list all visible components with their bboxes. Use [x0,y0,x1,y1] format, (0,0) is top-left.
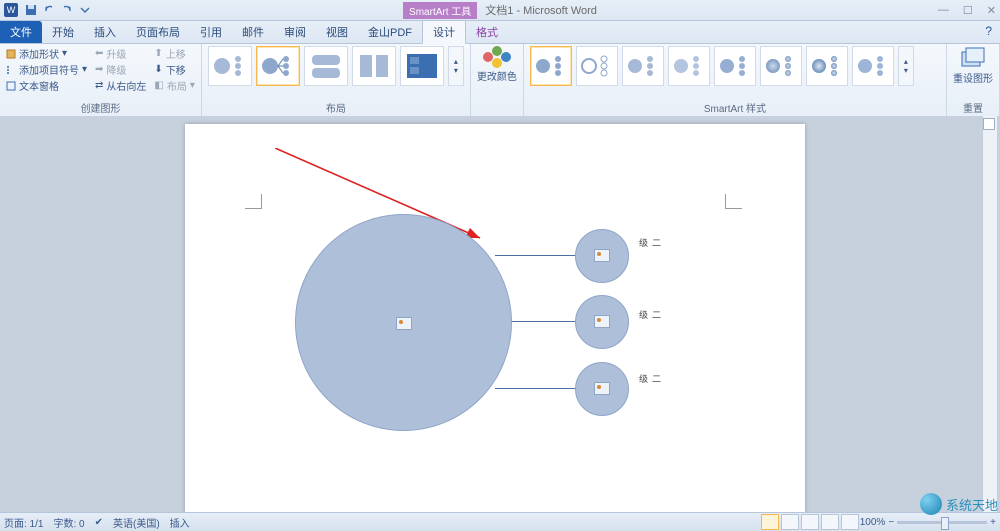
layout-dropdown: ◧ 布局 ▾ [154,78,194,93]
zoom-slider[interactable] [897,521,987,524]
qat-customize-icon[interactable] [77,2,93,18]
status-spellcheck-icon[interactable]: ✔ [95,517,103,528]
connector-line [495,255,577,256]
smartart-caption[interactable]: 二级 [637,310,663,319]
status-page[interactable]: 页面: 1/1 [4,515,43,530]
tab-insert[interactable]: 插入 [84,21,126,43]
ribbon-group-layouts: ▴▾ 布局 [202,44,471,116]
style-thumb-5[interactable] [714,46,756,86]
style-thumb-6[interactable] [760,46,802,86]
redo-icon[interactable] [59,2,75,18]
view-print-layout-icon[interactable] [761,514,779,530]
smartart-child-circle[interactable] [575,295,629,349]
status-bar: 页面: 1/1 字数: 0 ✔ 英语(美国) 插入 100% − + [0,512,1000,531]
ribbon-group-reset: 重设图形 重置 [947,44,1000,116]
tab-design[interactable]: 设计 [422,20,466,44]
style-thumb-7[interactable] [806,46,848,86]
tab-page-layout[interactable]: 页面布局 [126,21,190,43]
tab-home[interactable]: 开始 [42,21,84,43]
smartart-child-circle[interactable] [575,229,629,283]
status-language[interactable]: 英语(美国) [113,515,160,530]
zoom-slider-knob[interactable] [941,517,949,530]
minimize-icon[interactable]: — [938,4,949,16]
close-icon[interactable]: ✕ [987,4,996,17]
help-icon[interactable]: ? [985,24,992,38]
group-label: 重置 [953,99,993,116]
status-insert-mode[interactable]: 插入 [170,515,190,530]
view-web-icon[interactable] [801,514,819,530]
status-word-count[interactable]: 字数: 0 [53,515,84,530]
tab-view[interactable]: 视图 [316,21,358,43]
group-label: 布局 [208,99,464,116]
view-draft-icon[interactable] [841,514,859,530]
add-shape-button[interactable]: 添加形状 ▾ [6,46,87,61]
save-icon[interactable] [23,2,39,18]
window-controls: — ☐ ✕ [938,0,996,20]
color-swatch-icon [483,46,511,68]
tab-file[interactable]: 文件 [0,21,42,43]
layout-gallery-more[interactable]: ▴▾ [448,46,464,86]
tab-format[interactable]: 格式 [466,21,508,43]
ribbon-group-change-colors: 更改颜色 [471,44,524,116]
rtl-button[interactable]: ⇄ 从右向左 [95,78,146,93]
word-app-icon: W [4,3,18,17]
picture-placeholder-icon[interactable] [594,249,610,262]
vertical-scrollbar[interactable] [982,116,997,513]
tab-references[interactable]: 引用 [190,21,232,43]
style-thumb-1-selected[interactable] [530,46,572,86]
layout-thumb-2-selected[interactable] [256,46,300,86]
smartart-child-circle[interactable] [575,362,629,416]
contextual-tab-label: SmartArt 工具 [403,2,477,19]
move-up-button: ⬆ 上移 [154,46,194,61]
quick-access-toolbar: W [0,0,1000,21]
tab-mailings[interactable]: 邮件 [232,21,274,43]
tab-review[interactable]: 审阅 [274,21,316,43]
ribbon-tabs: 文件 开始 插入 页面布局 引用 邮件 审阅 视图 金山PDF 设计 格式 ? [0,21,1000,44]
document-page[interactable]: 二级 二级 二级 [185,124,805,513]
ribbon: 添加形状 ▾ 添加项目符号 ▾ 文本窗格 ⬅ 升级 ➡ 降级 ⇄ 从右向左 ⬆ … [0,44,1000,117]
style-thumb-4[interactable] [668,46,710,86]
layout-thumb-1[interactable] [208,46,252,86]
group-label [477,103,517,116]
smartart-caption[interactable]: 二级 [637,374,663,383]
zoom-percent[interactable]: 100% [860,517,886,528]
add-bullet-button[interactable]: 添加项目符号 ▾ [6,62,87,77]
undo-icon[interactable] [41,2,57,18]
smartart-caption[interactable]: 二级 [637,238,663,247]
margin-corner-icon [725,194,742,209]
split-handle[interactable] [983,118,995,130]
style-gallery-more[interactable]: ▴▾ [898,46,914,86]
promote-button: ⬅ 升级 [95,46,146,61]
change-colors-button[interactable]: 更改颜色 [477,46,517,83]
style-thumb-2[interactable] [576,46,618,86]
connector-line [509,321,577,322]
connector-line [495,388,577,389]
picture-placeholder-icon[interactable] [594,315,610,328]
layout-thumb-3[interactable] [304,46,348,86]
group-label: 创建图形 [6,99,195,116]
layout-thumb-4[interactable] [352,46,396,86]
maximize-icon[interactable]: ☐ [963,4,973,17]
picture-placeholder-icon[interactable] [594,382,610,395]
view-fullscreen-icon[interactable] [781,514,799,530]
move-down-button[interactable]: ⬇ 下移 [154,62,194,77]
tab-wps-pdf[interactable]: 金山PDF [358,21,422,43]
zoom-in-icon[interactable]: + [990,517,996,528]
group-label: SmartArt 样式 [530,99,940,116]
view-outline-icon[interactable] [821,514,839,530]
picture-placeholder-icon[interactable] [396,317,412,330]
style-thumb-3[interactable] [622,46,664,86]
reset-graphic-button[interactable]: 重设图形 [953,46,993,85]
style-thumb-8[interactable] [852,46,894,86]
ribbon-group-smartart-styles: ▴▾ SmartArt 样式 [524,44,947,116]
layout-thumb-5[interactable] [400,46,444,86]
ribbon-group-create-graphic: 添加形状 ▾ 添加项目符号 ▾ 文本窗格 ⬅ 升级 ➡ 降级 ⇄ 从右向左 ⬆ … [0,44,202,116]
smartart-main-circle[interactable] [295,214,512,431]
demote-button: ➡ 降级 [95,62,146,77]
text-pane-button[interactable]: 文本窗格 [6,78,87,93]
document-area[interactable]: 二级 二级 二级 [0,116,1000,513]
zoom-out-icon[interactable]: − [888,517,894,528]
margin-corner-icon [245,194,262,209]
